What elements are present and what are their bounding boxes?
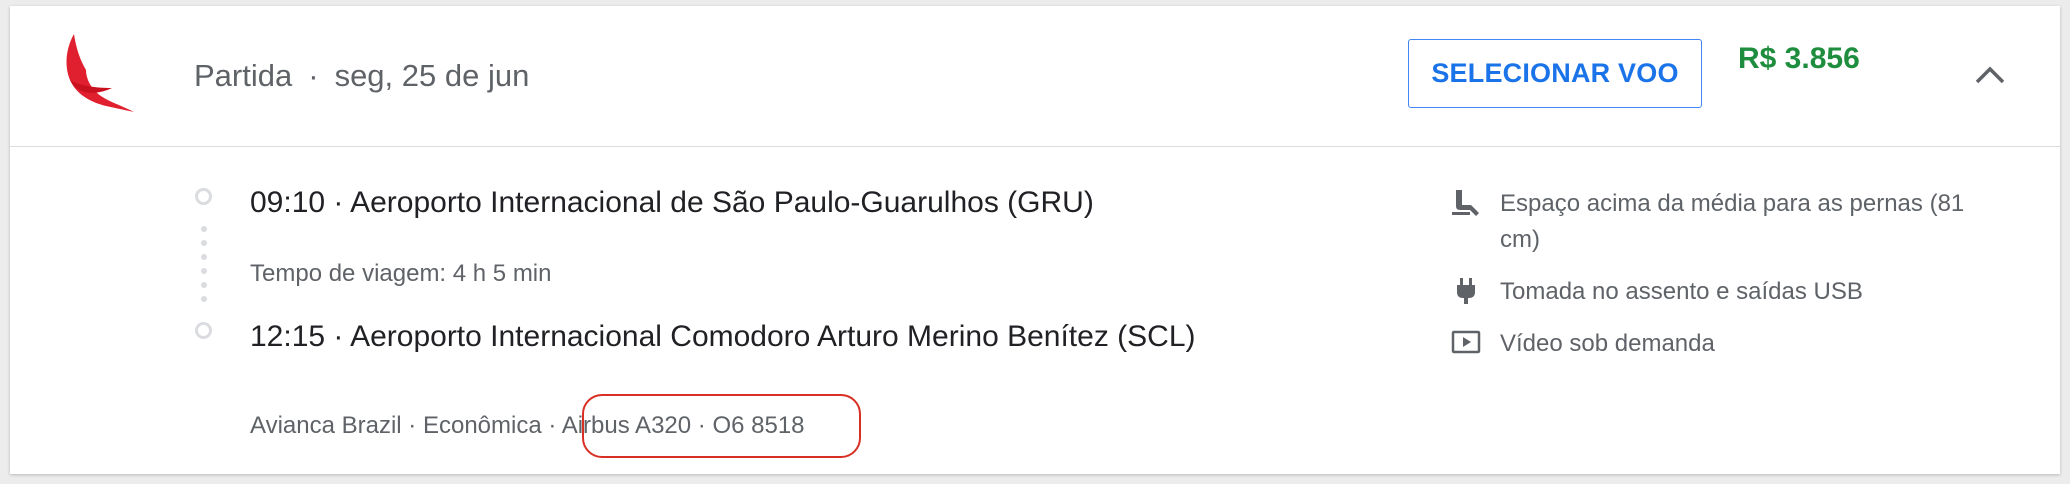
flight-card-header[interactable]: Partida · seg, 25 de jun SELECIONAR VOO R$… <box>10 6 2060 147</box>
timeline-dot <box>201 226 207 232</box>
itinerary-timeline <box>194 188 220 348</box>
arrival-stop: 12:15 · Aeroporto Internacional Comodoro… <box>250 320 1196 353</box>
chevron-up-icon[interactable] <box>1973 64 2007 86</box>
title-separator: · <box>308 58 319 93</box>
timeline-dot <box>201 296 207 302</box>
flight-card: Partida · seg, 25 de jun SELECIONAR VOO R$… <box>10 6 2060 474</box>
avianca-bird-logo <box>66 34 134 112</box>
timeline-dot <box>201 268 207 274</box>
timeline-dot <box>201 240 207 246</box>
timeline-dot <box>201 254 207 260</box>
select-flight-button[interactable]: SELECIONAR VOO <box>1408 39 1702 108</box>
departure-label: Partida <box>194 58 293 93</box>
departure-stop: 09:10 · Aeroporto Internacional de São P… <box>250 186 1094 219</box>
amenity-legroom: Espaço acima da média para as pernas (81… <box>1450 186 1990 258</box>
video-play-icon <box>1451 330 1481 354</box>
power-plug-icon <box>1457 278 1475 304</box>
annotation-highlight-circle <box>582 394 861 458</box>
departure-title: Partida · seg, 25 de jun <box>194 58 529 94</box>
amenity-power: Tomada no assento e saídas USB <box>1450 274 1863 310</box>
amenity-video-text: Vídeo sob demanda <box>1500 330 1715 357</box>
amenity-power-text: Tomada no assento e saídas USB <box>1500 278 1863 305</box>
travel-time: Tempo de viagem: 4 h 5 min <box>250 260 552 287</box>
departure-circle-icon <box>195 188 212 205</box>
flight-details-prefix: Avianca Brazil · Econômica · <box>250 412 562 439</box>
flight-price: R$ 3.856 <box>1738 42 1860 75</box>
arrival-circle-icon <box>195 322 212 339</box>
amenity-video: Vídeo sob demanda <box>1450 326 1715 362</box>
timeline-dot <box>201 282 207 288</box>
legroom-seat-icon <box>1452 190 1479 216</box>
departure-date: seg, 25 de jun <box>334 58 530 93</box>
amenity-legroom-text: Espaço acima da média para as pernas (81… <box>1500 190 1965 253</box>
